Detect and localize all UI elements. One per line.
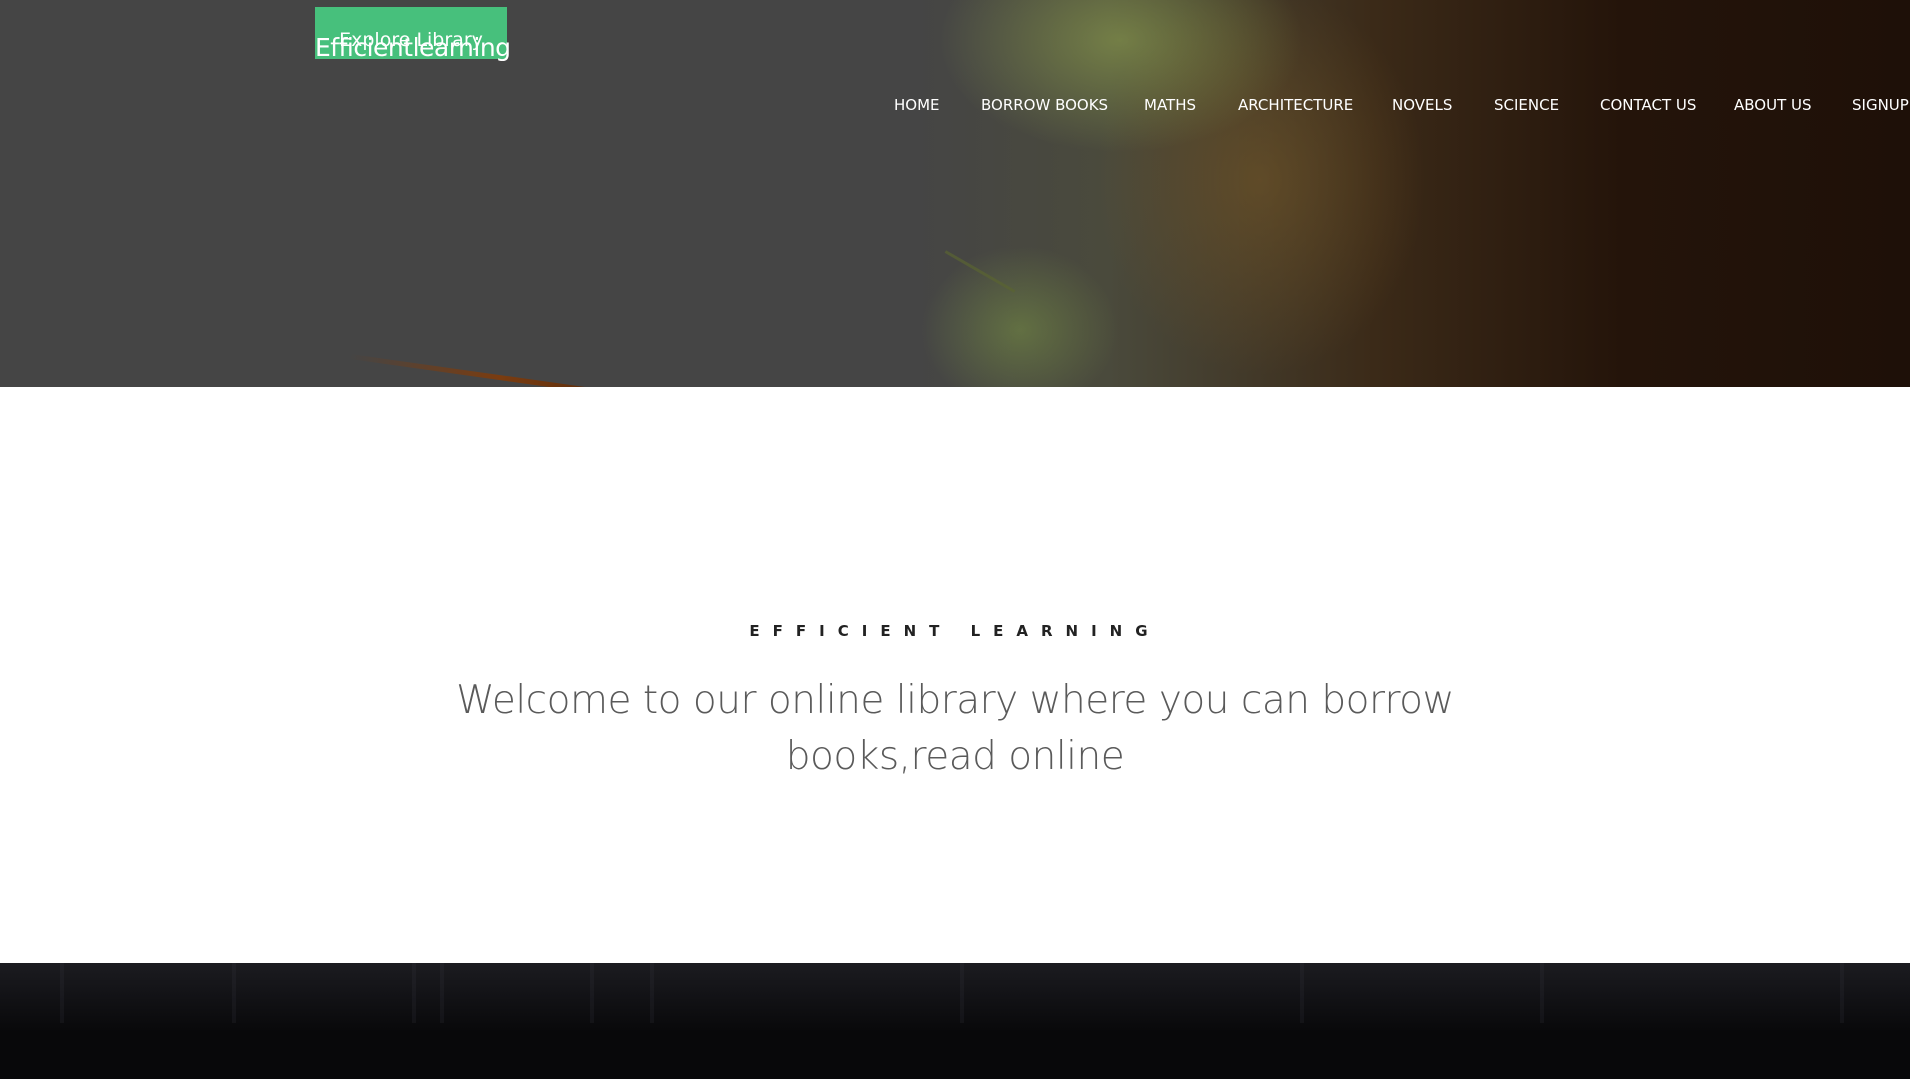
band-shelf-detail	[650, 963, 654, 1023]
nav-architecture[interactable]: ARCHITECTURE	[1238, 96, 1353, 114]
section-eyebrow: EFFICIENT LEARNING	[749, 622, 1161, 640]
nav-about-us[interactable]: ABOUT US	[1734, 96, 1812, 114]
nav-signup[interactable]: SIGNUP	[1852, 96, 1909, 114]
site-logo[interactable]: Efficientlearning	[315, 33, 511, 62]
band-shelf-detail	[960, 963, 964, 1023]
band-shelf-detail	[590, 963, 594, 1023]
hero-background-detail	[944, 250, 1016, 293]
intro-section: EFFICIENT LEARNING Welcome to our online…	[0, 387, 1910, 963]
band-shelf-detail	[440, 963, 444, 1023]
nav-borrow-books[interactable]: BORROW BOOKS	[981, 96, 1108, 114]
nav-science[interactable]: SCIENCE	[1494, 96, 1559, 114]
headline-line-1: Welcome to our online library where you …	[456, 678, 1454, 723]
band-shelf-detail	[232, 963, 236, 1023]
nav-home[interactable]: HOME	[894, 96, 940, 114]
band-shelf-detail	[1300, 963, 1304, 1023]
nav-maths[interactable]: MATHS	[1144, 96, 1196, 114]
band-shelf-detail	[60, 963, 64, 1023]
main-nav: HOME BORROW BOOKS MATHS ARCHITECTURE NOV…	[0, 96, 1910, 118]
headline-line-2: books,read online	[785, 734, 1125, 779]
library-image-band	[0, 963, 1910, 1079]
band-shelf-detail	[1840, 963, 1844, 1023]
nav-contact-us[interactable]: CONTACT US	[1600, 96, 1696, 114]
hero-background-image	[349, 354, 727, 387]
welcome-headline: Welcome to our online library where you …	[455, 673, 1455, 785]
nav-novels[interactable]: NOVELS	[1392, 96, 1452, 114]
hero-banner: Explore Library Efficientlearning HOME B…	[0, 0, 1910, 387]
band-shelf-detail	[1540, 963, 1544, 1023]
band-shelf-detail	[412, 963, 416, 1023]
